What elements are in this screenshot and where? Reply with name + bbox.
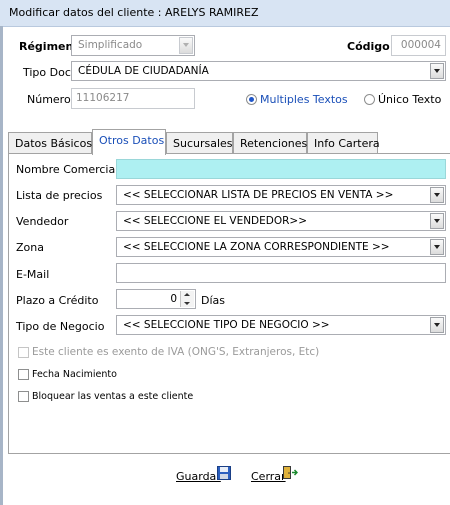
exit-door-icon xyxy=(283,466,298,479)
bloquear-ventas-label: Bloquear las ventas a este cliente xyxy=(32,391,194,402)
lista-precios-label: Lista de precios xyxy=(16,189,103,202)
radio-multiples-label: Multiples Textos xyxy=(260,93,348,106)
vendedor-label: Vendedor xyxy=(16,215,69,228)
window-titlebar: Modificar datos del cliente : ARELYS RAM… xyxy=(0,0,450,27)
window-left-edge xyxy=(0,26,3,505)
radio-multiples-textos[interactable] xyxy=(246,94,257,105)
fecha-nacimiento-label: Fecha Nacimiento xyxy=(32,369,117,380)
bloquear-ventas-checkbox[interactable] xyxy=(18,391,29,402)
email-input[interactable] xyxy=(116,263,446,283)
regimen-label: Régimen xyxy=(19,40,74,53)
chevron-down-icon xyxy=(430,187,444,203)
tipo-negocio-select[interactable]: << SELECCIONE TIPO DE NEGOCIO >> xyxy=(116,315,446,335)
chevron-down-icon xyxy=(179,37,193,54)
fecha-nacimiento-checkbox[interactable] xyxy=(18,369,29,380)
nombre-comercial-label: Nombre Comercial xyxy=(16,163,119,176)
plazo-unit-label: Días xyxy=(201,294,225,307)
lista-precios-select[interactable]: << SELECCIONAR LISTA DE PRECIOS EN VENTA… xyxy=(116,185,446,205)
plazo-credito-stepper[interactable]: 0 xyxy=(116,289,196,309)
guardar-label: Guardar xyxy=(176,470,221,483)
radio-unico-texto[interactable] xyxy=(364,94,375,105)
exento-iva-checkbox[interactable] xyxy=(18,347,29,358)
regimen-select: Simplificado xyxy=(71,35,195,56)
tab-otros-datos[interactable]: Otros Datos xyxy=(92,129,166,155)
tipo-doc-label: Tipo Doc xyxy=(23,66,71,79)
tab-datos-basicos[interactable]: Datos Básicos xyxy=(8,132,92,154)
numero-field: 11106217 xyxy=(71,88,195,109)
guardar-button[interactable]: Guardar xyxy=(176,470,221,483)
exento-iva-label: Este cliente es exento de IVA (ONG'S, Ex… xyxy=(32,346,320,358)
cerrar-label: Cerrar xyxy=(251,470,286,483)
chevron-down-icon xyxy=(430,213,444,229)
chevron-down-icon xyxy=(430,63,444,79)
nombre-comercial-input[interactable] xyxy=(116,159,446,179)
floppy-disk-icon xyxy=(217,466,231,480)
tipo-doc-select[interactable]: CÉDULA DE CIUDADANÍA xyxy=(71,61,446,81)
cerrar-button[interactable]: Cerrar xyxy=(251,470,286,483)
codigo-label: Código xyxy=(347,40,390,53)
tab-sucursales[interactable]: Sucursales xyxy=(166,132,233,154)
zona-label: Zona xyxy=(16,241,44,254)
window-title: Modificar datos del cliente : ARELYS RAM… xyxy=(9,6,259,19)
spin-arrows-icon[interactable] xyxy=(180,291,194,307)
tab-info-cartera[interactable]: Info Cartera xyxy=(307,132,380,154)
tab-retenciones[interactable]: Retenciones xyxy=(233,132,307,154)
email-label: E-Mail xyxy=(16,268,50,281)
chevron-down-icon xyxy=(430,317,444,333)
vendedor-select[interactable]: << SELECCIONE EL VENDEDOR>> xyxy=(116,211,446,231)
plazo-credito-label: Plazo a Crédito xyxy=(16,294,99,307)
chevron-down-icon xyxy=(430,239,444,255)
numero-label: Número xyxy=(27,93,71,106)
radio-unico-label: Único Texto xyxy=(378,93,442,106)
tipo-negocio-label: Tipo de Negocio xyxy=(16,320,105,333)
zona-select[interactable]: << SELECCIONE LA ZONA CORRESPONDIENTE >> xyxy=(116,237,446,257)
codigo-field: 000004 xyxy=(391,35,446,56)
